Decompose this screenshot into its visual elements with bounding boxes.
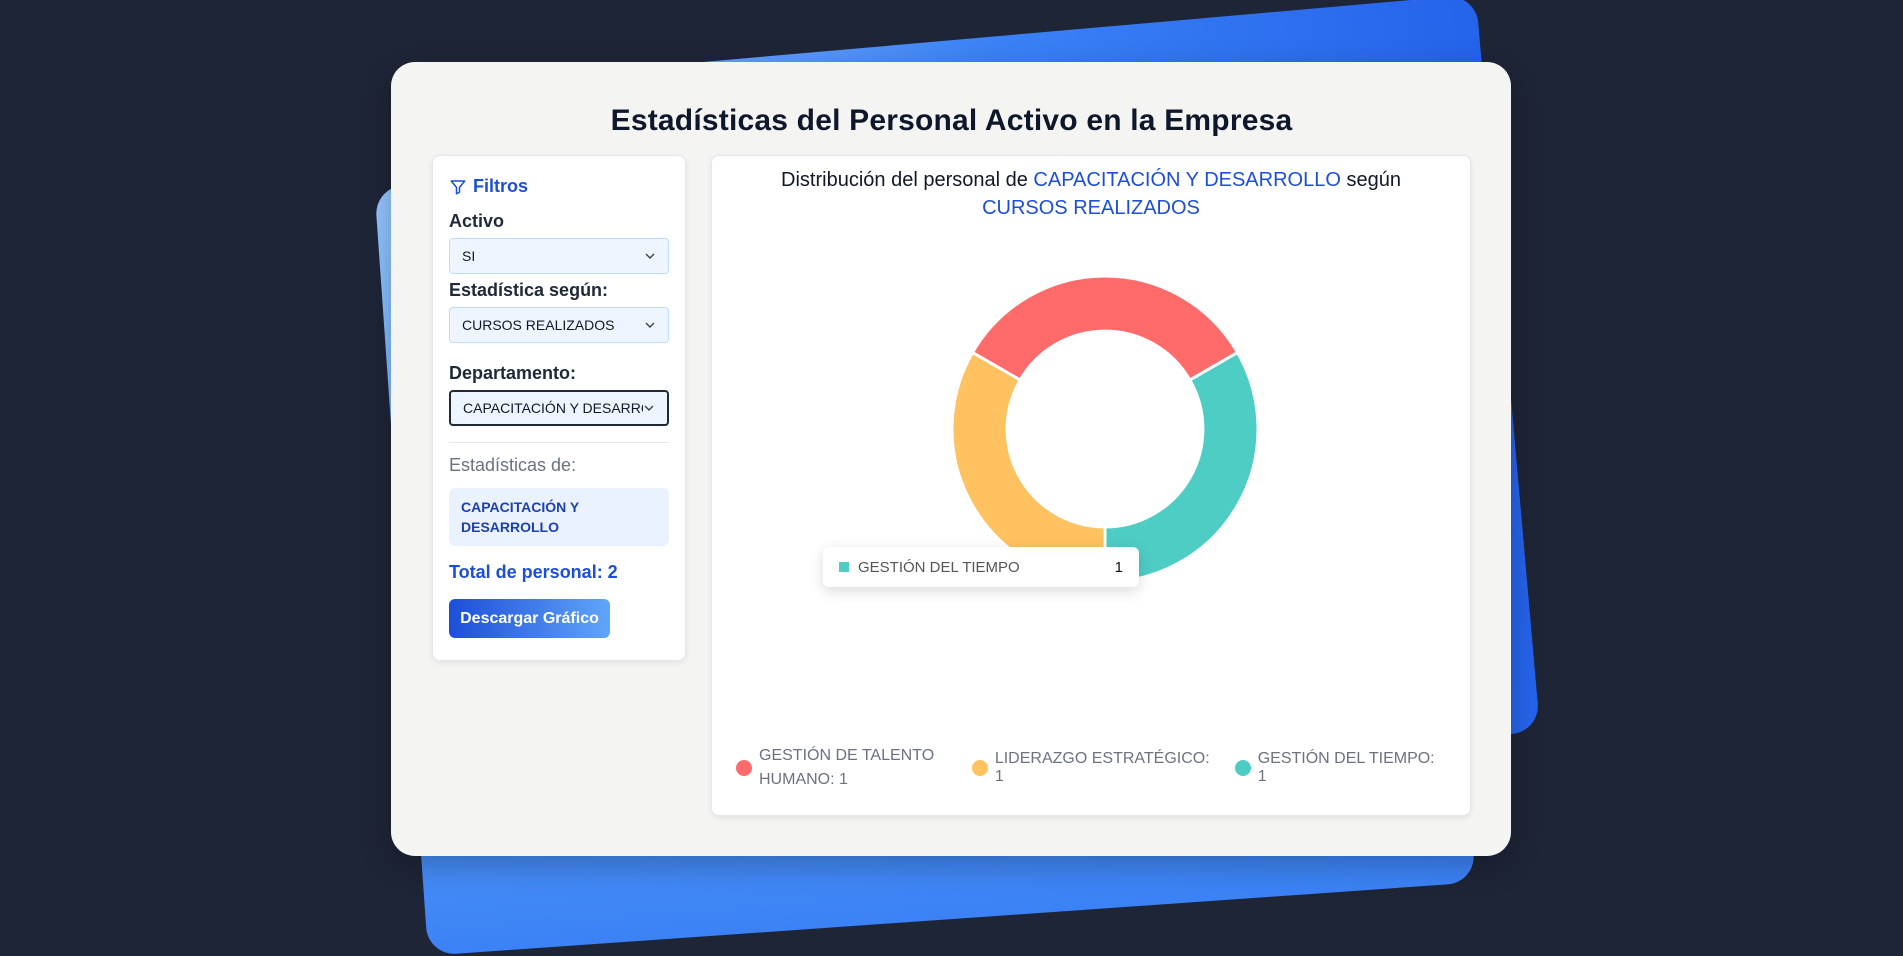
tooltip-swatch (839, 562, 849, 572)
filters-title: Filtros (473, 176, 529, 196)
chevron-down-icon (644, 405, 654, 411)
legend-item-liderazgo[interactable]: LIDERAZGO ESTRATÉGICO: 1 (971, 750, 1221, 786)
logo-icon (352, 0, 412, 12)
chart-card: Distribución del personal de CAPACITACIÓ… (711, 155, 1471, 816)
chart-tooltip: GESTIÓN DEL TIEMPO 1 (823, 547, 1139, 587)
active-select-value: SI (462, 248, 476, 264)
tooltip-value: 1 (1114, 558, 1123, 576)
stat-by-label: Estadística según: (449, 280, 609, 300)
chevron-down-icon (645, 253, 655, 259)
department-select-value: CAPACITACIÓN Y DESARROLLO (463, 400, 643, 416)
legend-label: GESTIÓN DE TALENTO HUMANO: 1 (759, 747, 935, 788)
donut-chart (950, 274, 1260, 584)
active-select[interactable]: SI (449, 238, 669, 274)
department-select[interactable]: CAPACITACIÓN Y DESARROLLO (449, 390, 669, 426)
page-title: Estadísticas del Personal Activo en la E… (610, 104, 1293, 137)
legend-item-gestion-tiempo[interactable]: GESTIÓN DEL TIEMPO: 1 (1234, 750, 1446, 786)
legend-dot (736, 760, 752, 776)
department-label: Departamento: (449, 363, 577, 383)
chart-legend: GESTIÓN DE TALENTO HUMANO: 1 LIDERAZGO E… (736, 744, 1446, 792)
total-personnel: Total de personal: 2 (449, 562, 618, 582)
download-chart-button[interactable]: Descargar Gráfico (449, 599, 610, 638)
legend-label: LIDERAZGO ESTRATÉGICO: 1 (994, 750, 1210, 785)
divider (449, 442, 669, 443)
legend-dot (1234, 760, 1251, 776)
chevron-down-icon (645, 322, 655, 328)
donut-slice-0[interactable] (970, 274, 1240, 383)
stat-by-select[interactable]: CURSOS REALIZADOS (449, 307, 669, 343)
filter-icon (450, 179, 466, 194)
stat-by-select-value: CURSOS REALIZADOS (462, 317, 615, 333)
legend-label: GESTIÓN DEL TIEMPO: 1 (1257, 750, 1435, 785)
filters-header: Filtros (449, 176, 669, 197)
filters-panel: Filtros Activo SI Estadística según: CUR… (432, 155, 686, 661)
tooltip-label: GESTIÓN DEL TIEMPO (858, 558, 1020, 576)
stats-of-label: Estadísticas de: (449, 455, 577, 475)
stats-of-badge: CAPACITACIÓN Y DESARROLLO (449, 488, 669, 546)
active-label: Activo (449, 211, 505, 231)
legend-dot (971, 760, 988, 776)
legend-item-talento-humano[interactable]: GESTIÓN DE TALENTO HUMANO: 1 (736, 744, 970, 792)
